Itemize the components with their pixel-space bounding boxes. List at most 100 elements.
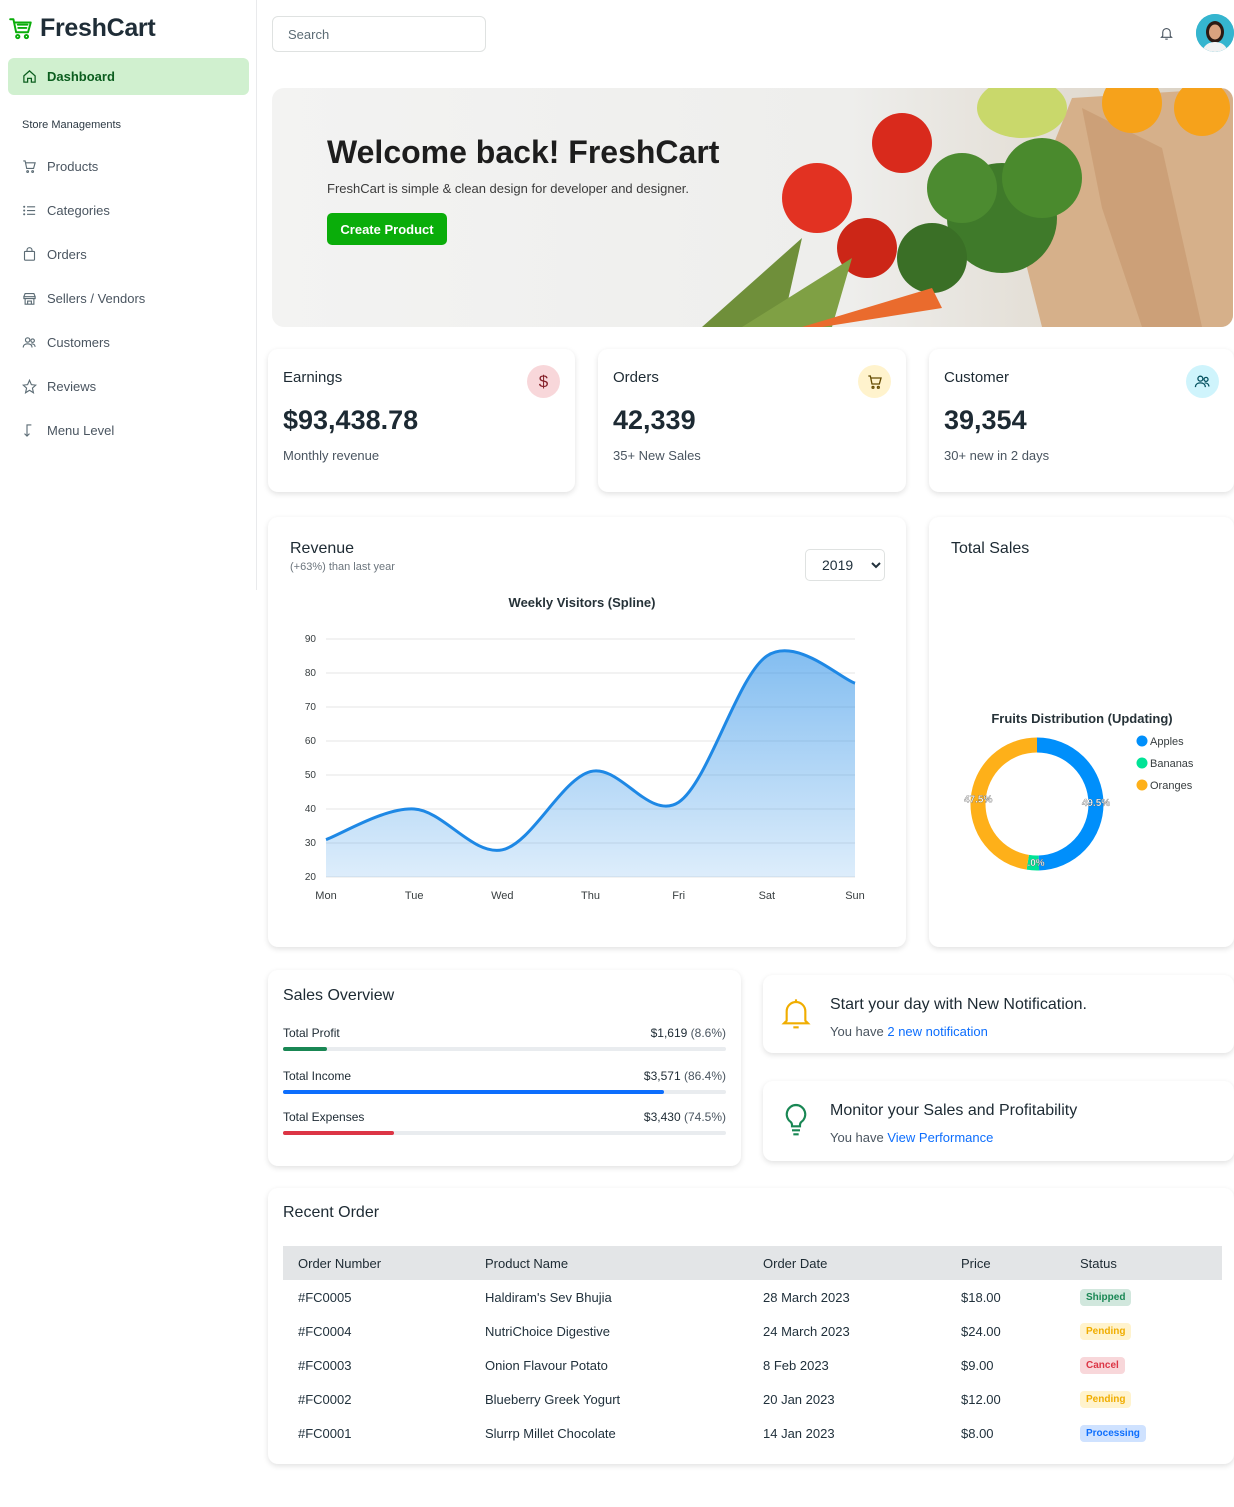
status-cell: Shipped	[1065, 1280, 1222, 1314]
avatar[interactable]	[1196, 14, 1234, 52]
dollar-icon: $	[527, 365, 560, 398]
x-tick-label: Tue	[405, 890, 424, 902]
performance-subtext: You have View Performance	[830, 1130, 993, 1145]
total-sales-card: Total Sales Fruits Distribution (Updatin…	[929, 517, 1234, 947]
table-row[interactable]: #FC0004 NutriChoice Digestive 24 March 2…	[283, 1314, 1222, 1348]
sidebar-item-dashboard[interactable]: Dashboard	[8, 58, 249, 95]
order-date: 8 Feb 2023	[763, 1357, 829, 1373]
order-number: #FC0005	[298, 1289, 352, 1305]
legend-marker	[1136, 757, 1148, 769]
progress-track	[283, 1131, 726, 1135]
star-icon	[22, 379, 37, 394]
order-date: 24 March 2023	[763, 1323, 850, 1339]
product-name: Blueberry Greek Yogurt	[485, 1391, 621, 1407]
notification-bell-icon[interactable]	[1159, 26, 1174, 46]
lightbulb-icon	[780, 1102, 812, 1145]
order-date: 20 Jan 2023	[763, 1391, 835, 1407]
sidebar-item-orders[interactable]: Orders	[22, 247, 87, 262]
row-value: $3,430 (74.5%)	[644, 1110, 726, 1124]
table-row[interactable]: #FC0005 Haldiram's Sev Bhujia 28 March 2…	[283, 1280, 1222, 1314]
status-cell: Processing	[1065, 1416, 1222, 1450]
revenue-title: Revenue	[290, 540, 355, 557]
column-header[interactable]: Status	[1065, 1246, 1222, 1280]
sales-overview-title: Sales Overview	[283, 987, 395, 1004]
logo-text: FreshCart	[40, 14, 156, 42]
order-number: #FC0002	[298, 1391, 352, 1407]
recent-order-title: Recent Order	[283, 1204, 380, 1221]
hero-title: Welcome back! FreshCart	[327, 134, 720, 170]
column-header[interactable]: Order Date	[748, 1246, 946, 1280]
x-tick-label: Thu	[581, 890, 600, 902]
total-expenses-row: Total Expenses $3,430 (74.5%)	[283, 1110, 726, 1135]
series-area	[326, 650, 855, 877]
users-icon	[1186, 365, 1219, 398]
performance-card: Monitor your Sales and Profitability You…	[763, 1081, 1234, 1161]
progress-track	[283, 1047, 726, 1051]
stat-value: 42,339	[613, 405, 696, 435]
sidebar-item-products[interactable]: Products	[22, 159, 98, 174]
stat-label: Earnings	[283, 369, 343, 386]
notification-title: Start your day with New Notification.	[830, 996, 1087, 1013]
column-header[interactable]: Product Name	[470, 1246, 748, 1280]
order-price: $12.00	[961, 1391, 1001, 1407]
total-sales-title: Total Sales	[951, 540, 1030, 557]
arrow-icon	[24, 424, 32, 437]
performance-prefix: You have	[830, 1130, 888, 1145]
x-tick-label: Sun	[845, 890, 865, 902]
stat-value: $93,438.78	[283, 405, 419, 435]
y-tick-label: 20	[305, 872, 317, 883]
logo[interactable]: FreshCart	[8, 14, 156, 43]
sidebar-item-categories[interactable]: Categories	[22, 203, 110, 218]
sidebar-item-customers[interactable]: Customers	[22, 335, 110, 350]
bell-icon	[780, 996, 812, 1037]
sidebar-item-label: Customers	[47, 335, 110, 350]
table-row[interactable]: #FC0002 Blueberry Greek Yogurt 20 Jan 20…	[283, 1382, 1222, 1416]
new-notification-link[interactable]: 2 new notification	[887, 1024, 987, 1039]
product-name: Slurrp Millet Chocolate	[485, 1425, 616, 1441]
view-performance-link[interactable]: View Performance	[887, 1130, 993, 1145]
home-icon	[23, 70, 36, 83]
row-amount: $3,430	[643, 1110, 681, 1124]
order-date: 14 Jan 2023	[763, 1425, 835, 1441]
legend-label: Apples	[1150, 736, 1184, 748]
column-header[interactable]: Price	[946, 1246, 1065, 1280]
sidebar-item-menu-level[interactable]: Menu Level	[22, 423, 114, 438]
orders-table: Order Number Product Name Order Date Pri…	[283, 1246, 1222, 1450]
sidebar-item-label: Sellers / Vendors	[47, 291, 146, 306]
vegetables-image	[702, 88, 1233, 327]
sidebar-item-sellers[interactable]: Sellers / Vendors	[22, 291, 145, 306]
order-price: $9.00	[961, 1357, 994, 1373]
sidebar-item-label: Products	[47, 159, 99, 174]
table-row[interactable]: #FC0003 Onion Flavour Potato 8 Feb 2023 …	[283, 1348, 1222, 1382]
row-value: $1,619 (8.6%)	[651, 1026, 726, 1040]
table-row[interactable]: #FC0001 Slurrp Millet Chocolate 14 Jan 2…	[283, 1416, 1222, 1450]
total-profit-row: Total Profit $1,619 (8.6%)	[283, 1026, 726, 1051]
order-number: #FC0004	[298, 1323, 352, 1339]
sidebar-item-reviews[interactable]: Reviews	[22, 379, 96, 394]
year-select[interactable]: 2019	[805, 549, 885, 581]
donut-title: Fruits Distribution (Updating)	[991, 711, 1172, 726]
row-amount: $1,619	[650, 1026, 688, 1040]
y-tick-label: 80	[305, 668, 317, 679]
y-tick-label: 90	[305, 634, 317, 645]
customer-card: Customer 39,354 30+ new in 2 days	[929, 349, 1234, 492]
sidebar-section-label: Store Managements	[22, 119, 122, 131]
sidebar-item-label: Dashboard	[47, 69, 115, 84]
status-cell: Pending	[1065, 1382, 1222, 1416]
stat-subtext: 35+ New Sales	[613, 448, 701, 463]
order-price: $8.00	[961, 1425, 994, 1441]
create-product-button[interactable]: Create Product	[327, 213, 447, 245]
row-pct: (86.4%)	[683, 1069, 726, 1083]
recent-order-card: Recent Order Order Number Product Name O…	[268, 1188, 1234, 1464]
revenue-card: Revenue (+63%) than last year 2019 Weekl…	[268, 517, 906, 947]
notification-subtext: You have 2 new notification	[830, 1024, 988, 1039]
search-input[interactable]	[272, 16, 486, 52]
product-name: NutriChoice Digestive	[485, 1323, 610, 1339]
column-header[interactable]: Order Number	[283, 1246, 470, 1280]
legend-label: Bananas	[1150, 758, 1194, 770]
status-badge: Processing	[1080, 1425, 1146, 1442]
sidebar-item-label: Orders	[47, 247, 87, 262]
legend-marker	[1136, 735, 1148, 747]
chart-title: Weekly Visitors (Spline)	[508, 595, 656, 610]
status-badge: Cancel	[1080, 1357, 1125, 1374]
